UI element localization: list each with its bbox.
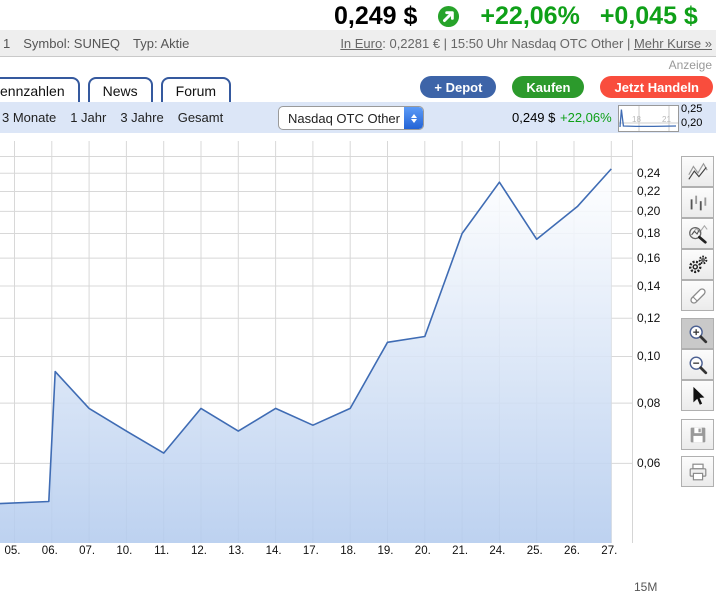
in-euro-link[interactable]: In Euro	[340, 36, 382, 51]
jetzt-handeln-button[interactable]: Jetzt Handeln	[600, 76, 713, 98]
chart-axis-border	[632, 140, 633, 543]
wkn-fragment: 1	[3, 36, 10, 51]
chart-type-bars-icon	[687, 192, 709, 214]
change-absolute: +0,045 $	[600, 2, 698, 31]
volume-axis-label: 15M	[634, 580, 657, 594]
tool-draw-tool-button[interactable]	[681, 280, 714, 311]
quote-header: 0,249 $ +22,06% +0,045 $	[334, 1, 698, 31]
date-tick: 07.	[74, 545, 100, 557]
symbol-suneq: Symbol: SUNEQ	[23, 36, 120, 51]
price-tick: 0,14	[637, 279, 660, 293]
date-tick: 27.	[596, 545, 622, 557]
tabs: ennzahlen News Forum	[0, 77, 231, 102]
price-tick: 0,18	[637, 226, 660, 240]
tool-zoom-out-button[interactable]	[681, 349, 714, 380]
kaufen-button[interactable]: Kaufen	[512, 76, 584, 98]
date-tick: 14.	[261, 545, 287, 557]
range-3-jahre[interactable]: 3 Jahre	[120, 110, 163, 125]
date-tick: 19.	[373, 545, 399, 557]
price-tick: 0,10	[637, 349, 660, 363]
toolbar-price: 0,249 $	[512, 110, 555, 125]
action-buttons: + Depot Kaufen Jetzt Handeln	[420, 76, 713, 98]
date-tick: 26.	[559, 545, 585, 557]
tab-ennzahlen[interactable]: ennzahlen	[0, 77, 80, 102]
symbol-info-right: In Euro: 0,2281 € | 15:50 Uhr Nasdaq OTC…	[340, 36, 716, 51]
mini-chart-y-top: 0,25	[681, 103, 702, 115]
price-tick: 0,16	[637, 251, 660, 265]
price-tick: 0,20	[637, 204, 660, 218]
range-links: 3 Monate 1 Jahr 3 Jahre Gesamt	[2, 102, 223, 133]
price-tick: 0,08	[637, 396, 660, 410]
date-tick: 13.	[223, 545, 249, 557]
mini-chart[interactable]: 1821	[618, 105, 679, 132]
tool-zoom-in-button[interactable]	[681, 318, 714, 349]
date-tick: 11.	[149, 545, 175, 557]
date-tick: 12.	[186, 545, 212, 557]
euro-time-text: : 0,2281 € | 15:50 Uhr Nasdaq OTC Other …	[382, 36, 634, 51]
cursor-tool-icon	[687, 385, 709, 407]
tool-chart-type-line-button[interactable]	[681, 156, 714, 187]
chart-toolbar: 3 Monate 1 Jahr 3 Jahre Gesamt Nasdaq OTC O…	[0, 102, 716, 133]
date-tick: 17.	[298, 545, 324, 557]
price-tick: 0,06	[637, 456, 660, 470]
main-chart[interactable]	[0, 140, 633, 544]
date-tick: 05.	[0, 545, 26, 557]
tool-cursor-tool-button[interactable]	[681, 380, 714, 411]
tool-chart-settings-button[interactable]	[681, 249, 714, 280]
price-value: 0,249 $	[334, 2, 417, 31]
trend-up-circle-icon	[437, 5, 460, 28]
tool-zoom-overview-button[interactable]	[681, 218, 714, 249]
zoom-in-icon	[687, 323, 709, 345]
select-chevrons-icon	[404, 107, 423, 129]
change-percent: +22,06%	[480, 2, 579, 31]
save-chart-icon	[687, 424, 709, 446]
price-tick: 0,24	[637, 166, 660, 180]
range-gesamt[interactable]: Gesamt	[178, 110, 224, 125]
tab-forum[interactable]: Forum	[161, 77, 231, 102]
date-tick: 10.	[111, 545, 137, 557]
symbol-info-bar: 1 Symbol: SUNEQ Typ: Aktie In Euro: 0,2281…	[0, 30, 716, 57]
toolbar-change-percent: +22,06%	[560, 110, 612, 125]
tool-save-chart-button[interactable]	[681, 419, 714, 450]
typ-aktie: Typ: Aktie	[133, 36, 189, 51]
date-tick: 06.	[37, 545, 63, 557]
more-quotes-link[interactable]: Mehr Kurse »	[634, 36, 712, 51]
depot-button[interactable]: + Depot	[420, 76, 496, 98]
exchange-select[interactable]: Nasdaq OTC Other	[278, 106, 424, 130]
chart-settings-icon	[687, 254, 709, 276]
date-tick: 21.	[447, 545, 473, 557]
zoom-overview-icon	[687, 223, 709, 245]
date-tick: 18.	[335, 545, 361, 557]
chart-type-line-icon	[687, 161, 709, 183]
tab-bar: ennzahlen News Forum + Depot Kaufen Jetzt Ha…	[0, 73, 716, 104]
exchange-select-value: Nasdaq OTC Other	[279, 111, 400, 126]
price-tick: 0,12	[637, 311, 660, 325]
tool-print-chart-button[interactable]	[681, 456, 714, 487]
range-3-monate[interactable]: 3 Monate	[2, 110, 56, 125]
date-tick: 25.	[522, 545, 548, 557]
mini-chart-x-label: 21	[662, 115, 671, 124]
mini-chart-x-label: 18	[632, 115, 641, 124]
symbol-info-left: 1 Symbol: SUNEQ Typ: Aktie	[0, 36, 189, 51]
date-tick: 20.	[410, 545, 436, 557]
ad-label: Anzeige	[669, 58, 712, 72]
draw-tool-icon	[687, 285, 709, 307]
range-1-jahr[interactable]: 1 Jahr	[70, 110, 106, 125]
print-chart-icon	[687, 461, 709, 483]
date-tick: 24.	[484, 545, 510, 557]
tab-news[interactable]: News	[88, 77, 153, 102]
price-tick: 0,22	[637, 184, 660, 198]
tool-chart-type-bars-button[interactable]	[681, 187, 714, 218]
mini-chart-y-bottom: 0,20	[681, 117, 702, 129]
zoom-out-icon	[687, 354, 709, 376]
